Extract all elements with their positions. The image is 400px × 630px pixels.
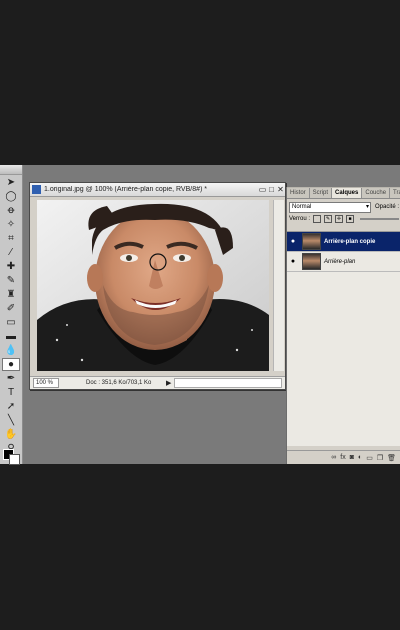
hand-icon[interactable]: ✋	[2, 428, 20, 441]
type-icon[interactable]: T	[2, 386, 20, 399]
visibility-eye-icon[interactable]: ●	[287, 238, 299, 245]
link-icon[interactable]: ∞	[331, 454, 336, 461]
gradient-icon[interactable]: ▬	[2, 330, 20, 343]
layers-list: ● Arrière-plan copie ● Arrière-plan	[287, 231, 400, 446]
background-color-swatch[interactable]	[9, 454, 20, 465]
panel-footer: ∞ fx ◙ ◐ ▭ ❐ 🗑	[287, 450, 400, 464]
layer-name: Arrière-plan	[324, 258, 356, 265]
lock-pixels-icon[interactable]: ✎	[324, 215, 333, 223]
lock-row: Verrou : ✎ ✛ ■	[287, 213, 400, 225]
layer-row[interactable]: ● Arrière-plan	[287, 252, 400, 272]
layer-row[interactable]: ● Arrière-plan copie	[287, 232, 400, 252]
layer-thumbnail	[302, 233, 321, 250]
folder-icon[interactable]: ▭	[366, 454, 373, 462]
eraser-icon[interactable]: ▭	[2, 316, 20, 329]
lock-label: Verrou :	[289, 216, 311, 222]
toolbox: ➤ ◯ ꝋ ✧ ⌗ ⁄ ✚ ✎ ♜ ✐ ▭ ▬ 💧 ● ✒ T ➚ ╲ ✋ ⚲	[0, 165, 23, 465]
play-arrow-icon[interactable]: ▶	[166, 379, 171, 387]
maximize-icon[interactable]: □	[267, 185, 276, 194]
path-selection-icon[interactable]: ➚	[2, 400, 20, 413]
brush-icon[interactable]: ✎	[2, 274, 20, 287]
layers-panel: Histor Script Calques Couche Tra Normal …	[286, 187, 400, 464]
blend-mode-select[interactable]: Normal	[289, 201, 371, 213]
pen-icon[interactable]: ✒	[2, 372, 20, 385]
tab-paths[interactable]: Tra	[390, 188, 400, 198]
blend-row: Normal Opacité :	[287, 201, 400, 213]
tab-layers[interactable]: Calques	[332, 188, 363, 198]
visibility-eye-icon[interactable]: ●	[287, 258, 299, 265]
tab-channels[interactable]: Couche	[362, 188, 391, 198]
crop-icon[interactable]: ⌗	[2, 232, 20, 245]
document-status-bar: 100 % Doc : 351,6 Ko/703,1 Ko ▶	[30, 376, 285, 389]
line-icon[interactable]: ╲	[2, 414, 20, 427]
adjustment-icon[interactable]: ◐	[358, 454, 362, 461]
lock-transparency-icon[interactable]	[313, 215, 322, 223]
horizontal-scrollbar[interactable]	[174, 378, 282, 388]
fill-slider[interactable]	[360, 218, 399, 220]
layer-thumbnail	[302, 253, 321, 270]
lasso-icon[interactable]: ꝋ	[2, 204, 20, 217]
image-canvas[interactable]	[37, 200, 269, 371]
document-titlebar[interactable]: 1.original.jpg @ 100% (Arrière-plan copi…	[30, 183, 285, 197]
eyedropper-icon[interactable]: ⁄	[2, 246, 20, 259]
document-info: Doc : 351,6 Ko/703,1 Ko	[86, 380, 152, 386]
lock-all-icon[interactable]: ■	[346, 215, 355, 223]
close-icon[interactable]: ✕	[276, 185, 285, 194]
zoom-field[interactable]: 100 %	[33, 378, 59, 388]
magic-wand-icon[interactable]: ✧	[2, 218, 20, 231]
layer-name: Arrière-plan copie	[324, 238, 376, 245]
blur-icon[interactable]: 💧	[2, 344, 20, 357]
toolbox-grip[interactable]	[0, 165, 22, 175]
document-title: 1.original.jpg @ 100% (Arrière-plan copi…	[44, 186, 208, 193]
mask-icon[interactable]: ◙	[350, 454, 354, 461]
marquee-icon[interactable]: ◯	[2, 190, 20, 203]
fx-icon[interactable]: fx	[340, 454, 345, 461]
opacity-label: Opacité :	[374, 204, 399, 210]
portrait-photo	[37, 200, 269, 371]
vertical-scrollbar[interactable]	[273, 200, 284, 371]
clone-stamp-icon[interactable]: ♜	[2, 288, 20, 301]
document-window: 1.original.jpg @ 100% (Arrière-plan copi…	[29, 182, 286, 390]
tool-list: ➤ ◯ ꝋ ✧ ⌗ ⁄ ✚ ✎ ♜ ✐ ▭ ▬ 💧 ● ✒ T ➚ ╲ ✋ ⚲	[0, 176, 22, 455]
trash-icon[interactable]: 🗑	[387, 454, 396, 462]
history-brush-icon[interactable]: ✐	[2, 302, 20, 315]
healing-brush-icon[interactable]: ✚	[2, 260, 20, 273]
panel-tabs: Histor Script Calques Couche Tra	[287, 187, 400, 199]
tab-history[interactable]: Histor	[287, 188, 310, 198]
tab-scripts[interactable]: Script	[309, 188, 333, 198]
lock-position-icon[interactable]: ✛	[335, 215, 344, 223]
photoshop-doc-icon	[32, 185, 41, 194]
minimize-icon[interactable]: ▭	[258, 185, 267, 194]
new-layer-icon[interactable]: ❐	[377, 454, 383, 462]
photoshop-window: ➤ ◯ ꝋ ✧ ⌗ ⁄ ✚ ✎ ♜ ✐ ▭ ▬ 💧 ● ✒ T ➚ ╲ ✋ ⚲ 1.original.jpg @ 10…	[0, 165, 400, 465]
move-icon[interactable]: ➤	[2, 176, 20, 189]
dodge-icon[interactable]: ●	[2, 358, 20, 371]
